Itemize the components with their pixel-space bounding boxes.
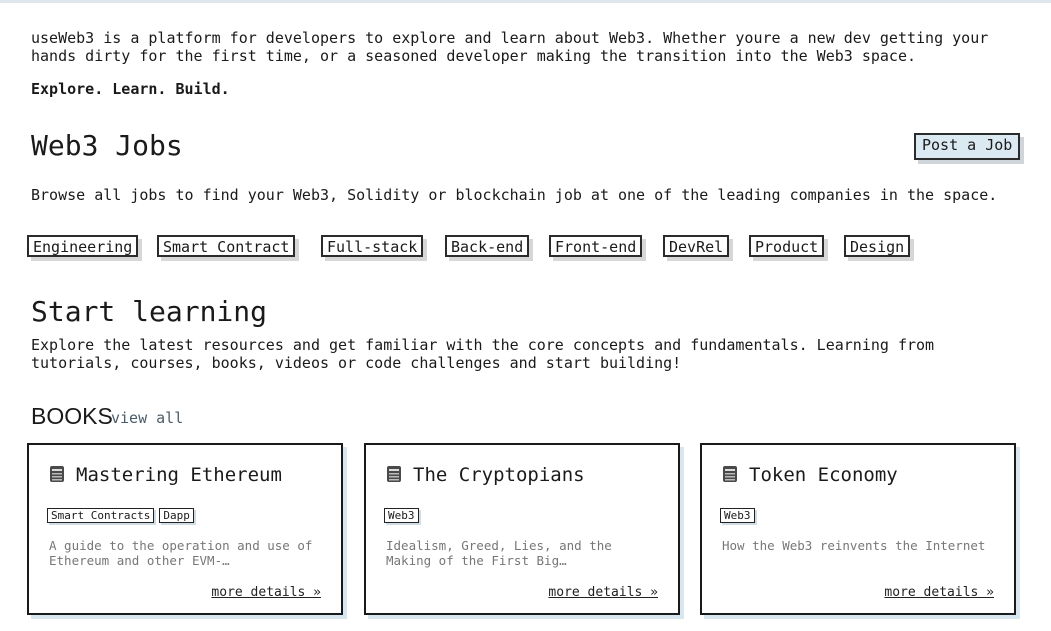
view-all-books-link[interactable]: view all xyxy=(111,409,183,427)
book-tag[interactable]: Web3 xyxy=(720,508,755,523)
book-tag[interactable]: Smart Contracts xyxy=(47,508,155,523)
book-title-text: The Cryptopians xyxy=(413,464,585,486)
job-tag-engineering[interactable]: Engineering xyxy=(27,235,139,257)
book-card-title: Mastering Ethereum xyxy=(49,463,282,487)
job-tag-back-end[interactable]: Back-end xyxy=(445,235,530,257)
jobs-title: Web3 Jobs xyxy=(31,129,183,162)
more-details-link[interactable]: more details » xyxy=(548,585,658,600)
book-icon xyxy=(723,466,737,482)
book-tag[interactable]: Web3 xyxy=(384,508,419,523)
book-description: A guide to the operation and use of Ethe… xyxy=(49,538,313,568)
book-tags: Smart Contracts Dapp xyxy=(47,504,199,523)
job-tag-front-end[interactable]: Front-end xyxy=(549,235,643,257)
book-tag[interactable]: Dapp xyxy=(159,508,194,523)
more-details-link[interactable]: more details » xyxy=(211,585,321,600)
book-description: How the Web3 reinvents the Internet xyxy=(722,538,986,553)
job-tag-devrel[interactable]: DevRel xyxy=(663,235,730,257)
job-tag-smart-contract[interactable]: Smart Contract xyxy=(157,235,296,257)
book-card-title: Token Economy xyxy=(722,463,898,487)
book-icon xyxy=(50,466,64,482)
book-description: Idealism, Greed, Lies, and the Making of… xyxy=(386,538,612,568)
intro-text: useWeb3 is a platform for developers to … xyxy=(31,29,989,65)
top-border xyxy=(0,0,1051,3)
post-job-button[interactable]: Post a Job xyxy=(914,133,1021,160)
book-card[interactable]: Token Economy Web3 How the Web3 reinvent… xyxy=(700,443,1016,615)
learning-description: Explore the latest resources and get fam… xyxy=(31,336,935,372)
book-tags: Web3 xyxy=(384,504,424,523)
tagline: Explore. Learn. Build. xyxy=(31,80,230,98)
books-heading: BOOKS xyxy=(31,403,113,429)
jobs-description: Browse all jobs to find your Web3, Solid… xyxy=(31,186,998,204)
job-tag-design[interactable]: Design xyxy=(844,235,911,257)
more-details-link[interactable]: more details » xyxy=(884,585,994,600)
book-title-text: Mastering Ethereum xyxy=(76,464,282,486)
learning-title: Start learning xyxy=(31,295,268,328)
book-card[interactable]: Mastering Ethereum Smart Contracts Dapp A… xyxy=(27,443,343,615)
book-card[interactable]: The Cryptopians Web3 Idealism, Greed, Li… xyxy=(364,443,680,615)
book-icon xyxy=(387,466,401,482)
book-card-title: The Cryptopians xyxy=(386,463,585,487)
job-tag-full-stack[interactable]: Full-stack xyxy=(321,235,424,257)
book-title-text: Token Economy xyxy=(749,464,898,486)
book-tags: Web3 xyxy=(720,504,760,523)
job-tag-product[interactable]: Product xyxy=(749,235,825,257)
